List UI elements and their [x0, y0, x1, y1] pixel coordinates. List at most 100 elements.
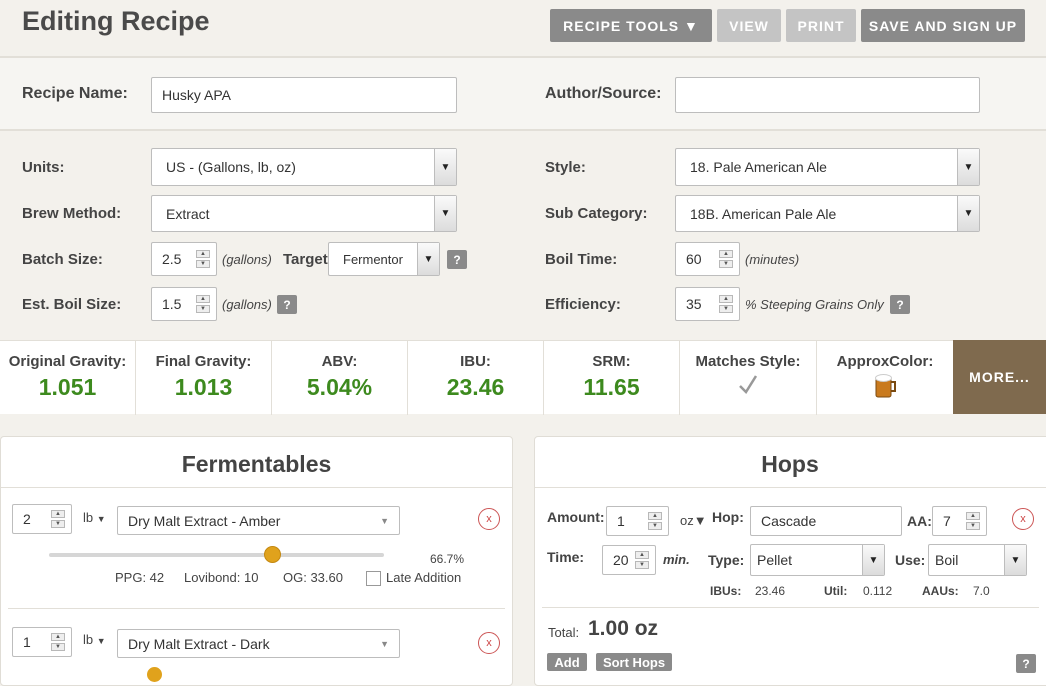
fermentable-ppg: PPG: 42: [115, 570, 165, 585]
stats-bar: Original Gravity: 1.051 Final Gravity: 1…: [0, 340, 1046, 415]
units-select[interactable]: US - (Gallons, lb, oz) ▼: [151, 148, 457, 186]
fermentables-title: Fermentables: [181, 451, 332, 477]
hop-time-value: 20: [613, 552, 629, 568]
hop-time-unit: min.: [663, 552, 690, 567]
hop-time-label: Time:: [547, 549, 585, 565]
batch-size-unit: (gallons): [222, 252, 272, 267]
hop-util-label: Util:: [824, 584, 848, 598]
style-select[interactable]: 18. Pale American Ale ▼: [675, 148, 980, 186]
stat-approx-color: ApproxColor:: [817, 341, 953, 415]
fermentable-name-select[interactable]: Dry Malt Extract - Dark ▼: [117, 629, 400, 658]
spinner-arrows-icon[interactable]: ▲ ▼: [51, 510, 65, 528]
author-input[interactable]: [675, 77, 980, 113]
author-label: Author/Source:: [545, 85, 662, 102]
target-value: Fermentor: [343, 251, 403, 267]
sort-hops-button[interactable]: Sort Hops: [596, 653, 672, 671]
fermentable-percent-slider[interactable]: [49, 553, 384, 557]
fermentable-amount-stepper[interactable]: 2 ▲ ▼: [12, 504, 72, 534]
print-button[interactable]: PRINT: [786, 9, 856, 42]
hop-amount-unit-select[interactable]: oz▼: [680, 513, 707, 528]
spinner-arrows-icon[interactable]: ▲ ▼: [51, 633, 65, 651]
spinner-arrows-icon[interactable]: ▲ ▼: [966, 512, 980, 530]
remove-fermentable-button[interactable]: x: [478, 508, 500, 530]
fermentable-unit-select[interactable]: lb ▼: [83, 510, 106, 525]
brew-method-label: Brew Method:: [22, 205, 122, 222]
chevron-down-icon: ▼: [417, 243, 439, 275]
hops-help-icon[interactable]: ?: [1016, 654, 1036, 673]
brew-method-value: Extract: [166, 205, 210, 222]
boil-time-label: Boil Time:: [545, 251, 618, 268]
fermentable-name-select[interactable]: Dry Malt Extract - Amber ▼: [117, 506, 400, 535]
spinner-arrows-icon[interactable]: ▲ ▼: [719, 295, 733, 313]
save-signup-button[interactable]: SAVE AND SIGN UP: [861, 9, 1025, 42]
batch-size-stepper[interactable]: 2.5 ▲ ▼: [151, 242, 217, 276]
chevron-down-icon: ▼: [434, 149, 456, 185]
matches-style-label: Matches Style:: [695, 353, 801, 370]
remove-fermentable-button[interactable]: x: [478, 632, 500, 654]
target-select[interactable]: Fermentor ▼: [328, 242, 440, 276]
approx-color-label: ApproxColor:: [836, 353, 934, 370]
recipe-name-input[interactable]: Husky APA: [151, 77, 457, 113]
spinner-arrows-icon[interactable]: ▲ ▼: [196, 295, 210, 313]
divider: [0, 56, 1046, 58]
hop-use-value: Boil: [935, 552, 959, 568]
spinner-arrows-icon[interactable]: ▲ ▼: [648, 512, 662, 530]
hop-use-select[interactable]: Boil ▼: [928, 544, 1027, 576]
efficiency-value: 35: [686, 296, 702, 312]
beer-mug-icon: [817, 372, 953, 405]
hops-title: Hops: [761, 451, 819, 477]
batch-size-value: 2.5: [162, 251, 182, 267]
late-addition-label: Late Addition: [386, 570, 462, 585]
boil-time-stepper[interactable]: 60 ▲ ▼: [675, 242, 740, 276]
sub-category-select[interactable]: 18B. American Pale Ale ▼: [675, 195, 980, 232]
units-label: Units:: [22, 159, 65, 176]
hop-name-input[interactable]: Cascade: [750, 506, 902, 536]
boil-size-value: 1.5: [162, 296, 182, 312]
fg-value: 1.013: [174, 374, 233, 400]
caret-down-icon: ▼: [380, 515, 389, 526]
srm-label: SRM:: [592, 353, 631, 370]
sub-category-value: 18B. American Pale Ale: [690, 205, 837, 222]
abv-label: ABV:: [321, 353, 358, 370]
late-addition-checkbox[interactable]: [366, 571, 381, 586]
spinner-arrows-icon[interactable]: ▲ ▼: [719, 250, 733, 268]
srm-value: 11.65: [583, 374, 640, 400]
boil-size-stepper[interactable]: 1.5 ▲ ▼: [151, 287, 217, 321]
caret-down-icon: ▼: [380, 638, 389, 649]
hop-type-select[interactable]: Pellet ▼: [750, 544, 885, 576]
hop-aa-stepper[interactable]: 7 ▲ ▼: [932, 506, 987, 536]
abv-value: 5.04%: [306, 374, 373, 400]
add-hop-button[interactable]: Add: [547, 653, 587, 671]
efficiency-help-icon[interactable]: ?: [890, 295, 910, 314]
hop-time-stepper[interactable]: 20 ▲ ▼: [602, 545, 656, 575]
chevron-down-icon: ▼: [434, 196, 456, 231]
view-button[interactable]: VIEW: [717, 9, 781, 42]
style-value: 18. Pale American Ale: [690, 159, 827, 175]
target-label: Target:: [283, 251, 333, 268]
slider-handle[interactable]: [263, 546, 281, 563]
brew-method-select[interactable]: Extract ▼: [151, 195, 457, 232]
slider-handle[interactable]: [147, 667, 162, 682]
efficiency-stepper[interactable]: 35 ▲ ▼: [675, 287, 740, 321]
hop-amount-stepper[interactable]: 1 ▲ ▼: [606, 506, 669, 536]
hop-aa-value: 7: [943, 513, 951, 529]
target-help-icon[interactable]: ?: [447, 250, 467, 269]
boil-size-unit: (gallons): [222, 297, 272, 312]
fermentable-unit-select[interactable]: lb ▼: [83, 632, 106, 647]
fermentable-amount-stepper[interactable]: 1 ▲ ▼: [12, 627, 72, 657]
batch-size-label: Batch Size:: [22, 251, 103, 268]
hop-ibus-label: IBUs:: [710, 584, 742, 598]
boil-size-help-icon[interactable]: ?: [277, 295, 297, 314]
stat-srm: SRM: 11.65: [544, 341, 680, 415]
recipe-name-label: Recipe Name:: [22, 85, 128, 102]
spinner-arrows-icon[interactable]: ▲ ▼: [196, 250, 210, 268]
remove-hop-button[interactable]: x: [1012, 508, 1034, 530]
fermentable-percent: 66.7%: [430, 552, 465, 566]
ibu-label: IBU:: [460, 353, 491, 370]
recipe-tools-button[interactable]: RECIPE TOOLS ▼: [550, 9, 712, 42]
spinner-arrows-icon[interactable]: ▲ ▼: [635, 551, 649, 569]
more-stats-button[interactable]: MORE...: [953, 340, 1046, 414]
stat-fg: Final Gravity: 1.013: [136, 341, 272, 415]
caret-down-icon: ▼: [96, 514, 106, 524]
units-value: US - (Gallons, lb, oz): [166, 159, 296, 175]
